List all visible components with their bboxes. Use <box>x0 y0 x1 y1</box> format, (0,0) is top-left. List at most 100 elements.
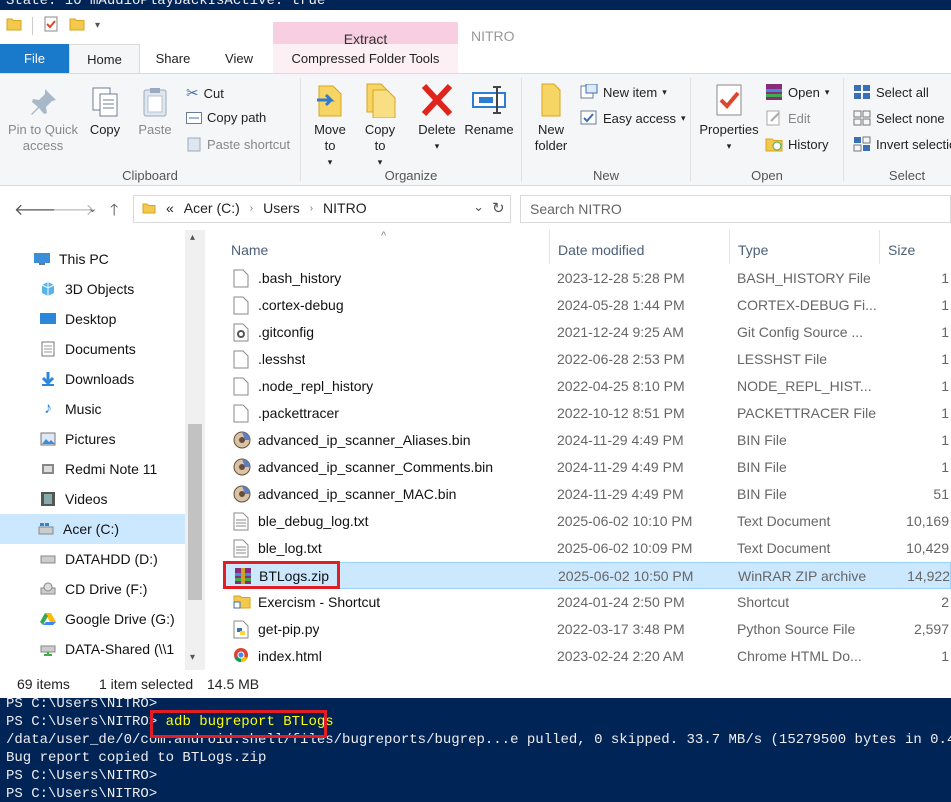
nav-item[interactable]: Documents <box>0 334 185 364</box>
column-header-type[interactable]: Type <box>730 230 880 264</box>
new-item-icon <box>580 84 598 99</box>
cd-drive-icon <box>38 580 58 598</box>
select-none-button[interactable]: Select none <box>853 110 945 126</box>
file-row[interactable]: .packettracer 2022-10-12 8:51 PM PACKETTRA… <box>223 400 951 427</box>
file-type: WinRAR ZIP archive <box>738 568 867 584</box>
nav-scrollbar[interactable]: ▴ ▾ <box>185 230 205 670</box>
search-input[interactable]: Search NITRO <box>520 195 951 223</box>
folder-icon[interactable] <box>6 16 22 35</box>
file-size: 2 <box>941 594 949 610</box>
tab-file[interactable]: File <box>0 44 69 74</box>
file-row[interactable]: advanced_ip_scanner_Comments.bin 2024-11-… <box>223 454 951 481</box>
column-header-name[interactable]: Name <box>223 230 550 264</box>
file-date-modified: 2022-04-25 8:10 PM <box>557 378 685 394</box>
file-row[interactable]: ble_debug_log.txt 2025-06-02 10:10 PM Text… <box>223 508 951 535</box>
scroll-down-icon[interactable]: ▾ <box>190 652 195 663</box>
winrar-icon <box>766 84 782 100</box>
tab-share[interactable]: Share <box>140 44 206 74</box>
3d-objects-icon <box>38 280 58 298</box>
paste-shortcut-button[interactable]: Paste shortcut <box>186 136 290 152</box>
move-to-button[interactable]: Move to ▾ <box>308 82 352 170</box>
nav-item[interactable]: Acer (C:) <box>0 514 185 544</box>
back-arrow-icon[interactable]: 🡐 <box>14 199 57 220</box>
nav-item[interactable]: Desktop <box>0 304 185 334</box>
file-row[interactable]: ble_log.txt 2025-06-02 10:09 PM Text Docum… <box>223 535 951 562</box>
file-row[interactable]: get-pip.py 2022-03-17 3:48 PM Python Sourc… <box>223 616 951 643</box>
pin-label: Pin to Quick access <box>7 122 79 153</box>
tab-compressed-folder-tools[interactable]: Compressed Folder Tools <box>273 44 458 74</box>
file-name: Exercism - Shortcut <box>258 594 381 610</box>
tab-view[interactable]: View <box>206 44 272 74</box>
breadcrumb-overflow[interactable]: « <box>166 200 174 216</box>
file-type: Git Config Source ... <box>737 324 864 340</box>
downloads-icon <box>38 370 58 388</box>
nav-item-label: Downloads <box>65 371 135 387</box>
file-size: 10,169 <box>906 513 949 529</box>
copy-path-button[interactable]: Copy path <box>186 110 266 125</box>
nav-item[interactable]: Videos <box>0 484 185 514</box>
cut-button[interactable]: ✂ Cut <box>186 84 224 102</box>
file-row[interactable]: index.html 2023-02-24 2:20 AM Chrome HTML … <box>223 643 951 670</box>
file-row[interactable]: advanced_ip_scanner_MAC.bin 2024-11-29 4:… <box>223 481 951 508</box>
file-date-modified: 2022-06-28 2:53 PM <box>557 351 685 367</box>
pin-to-quick-access-button[interactable]: Pin to Quick access <box>6 86 80 154</box>
new-folder-icon[interactable] <box>69 16 85 35</box>
file-size: 1 <box>941 405 949 421</box>
file-row[interactable]: advanced_ip_scanner_Aliases.bin 2024-11-2… <box>223 427 951 454</box>
scroll-up-icon[interactable]: ▴ <box>190 232 195 243</box>
nav-scrollbar-thumb[interactable] <box>188 424 202 600</box>
file-row[interactable]: .cortex-debug 2024-05-28 1:44 PM CORTEX-DE… <box>223 292 951 319</box>
nav-item[interactable]: DATAHDD (D:) <box>0 544 185 574</box>
file-date-modified: 2024-11-29 4:49 PM <box>557 486 684 502</box>
easy-access-button[interactable]: Easy access ▾ <box>580 110 686 126</box>
nav-item[interactable]: Pictures <box>0 424 185 454</box>
copy-button[interactable]: Copy <box>84 86 126 138</box>
powershell-terminal[interactable]: PS C:\Users\NITRO> PS C:\Users\NITRO> ad… <box>0 696 951 802</box>
paste-button[interactable]: Paste <box>134 86 176 138</box>
history-icon <box>765 138 783 152</box>
breadcrumb-nitro[interactable]: NITRO <box>323 200 367 216</box>
recent-locations-chevron-icon[interactable]: ⌄ <box>88 202 97 215</box>
nav-item[interactable]: ♪ Music <box>0 394 185 424</box>
properties-button[interactable]: Properties ▾ <box>696 82 762 154</box>
properties-icon[interactable] <box>43 16 59 35</box>
invert-selection-button[interactable]: Invert selectio <box>853 136 951 152</box>
tab-home[interactable]: Home <box>69 44 140 74</box>
nav-item[interactable]: DATA-Shared (\\1 <box>0 634 185 664</box>
up-arrow-icon[interactable]: 🡑 <box>110 199 118 226</box>
nav-item[interactable]: CD Drive (F:) <box>0 574 185 604</box>
edit-button[interactable]: Edit <box>765 110 810 126</box>
file-row[interactable]: .gitconfig 2021-12-24 9:25 AM Git Config S… <box>223 319 951 346</box>
column-header-date-modified[interactable]: Date modified <box>550 230 730 264</box>
terminal-top-text: State: 10 mAudioPlaybackIsActive: true <box>6 0 326 9</box>
file-row[interactable]: .bash_history 2023-12-28 5:28 PM BASH_HIST… <box>223 265 951 292</box>
file-type: Text Document <box>737 513 831 529</box>
chevron-down-icon[interactable]: ▾ <box>95 20 100 31</box>
disc-image-icon <box>233 431 251 450</box>
nav-item[interactable]: Redmi Note 11 <box>0 454 185 484</box>
breadcrumb-users[interactable]: Users <box>263 200 300 216</box>
delete-x-icon <box>421 83 453 117</box>
copy-to-button[interactable]: Copy to ▾ <box>358 82 402 170</box>
select-all-button[interactable]: Select all <box>853 84 929 100</box>
rename-button[interactable]: Rename <box>464 82 514 138</box>
address-bar[interactable]: « Acer (C:) › Users › NITRO ⌄ <box>133 195 511 223</box>
refresh-icon[interactable]: ↻ <box>492 199 505 217</box>
blank-file-icon <box>233 350 251 369</box>
file-row[interactable]: .node_repl_history 2022-04-25 8:10 PM NODE… <box>223 373 951 400</box>
column-header-size[interactable]: Size <box>880 230 951 264</box>
delete-button[interactable]: Delete ▾ <box>414 82 460 154</box>
nav-item[interactable]: 3D Objects <box>0 274 185 304</box>
history-button[interactable]: History <box>765 136 828 152</box>
breadcrumb-acer-c[interactable]: Acer (C:) <box>184 200 240 216</box>
nav-item[interactable]: Google Drive (G:) <box>0 604 185 634</box>
address-dropdown-chevron-icon[interactable]: ⌄ <box>473 199 484 215</box>
open-button[interactable]: Open ▾ <box>765 84 829 100</box>
new-folder-button[interactable]: New folder <box>528 82 574 154</box>
file-list: ^ Name Date modified Type Size .bash_his… <box>205 230 951 670</box>
nav-item[interactable]: Downloads <box>0 364 185 394</box>
file-row[interactable]: Exercism - Shortcut 2024-01-24 2:50 PM Sho… <box>223 589 951 616</box>
file-row[interactable]: .lesshst 2022-06-28 2:53 PM LESSHST File 1 <box>223 346 951 373</box>
new-item-button[interactable]: New item ▾ <box>580 84 667 100</box>
nav-item[interactable]: This PC <box>0 244 185 274</box>
